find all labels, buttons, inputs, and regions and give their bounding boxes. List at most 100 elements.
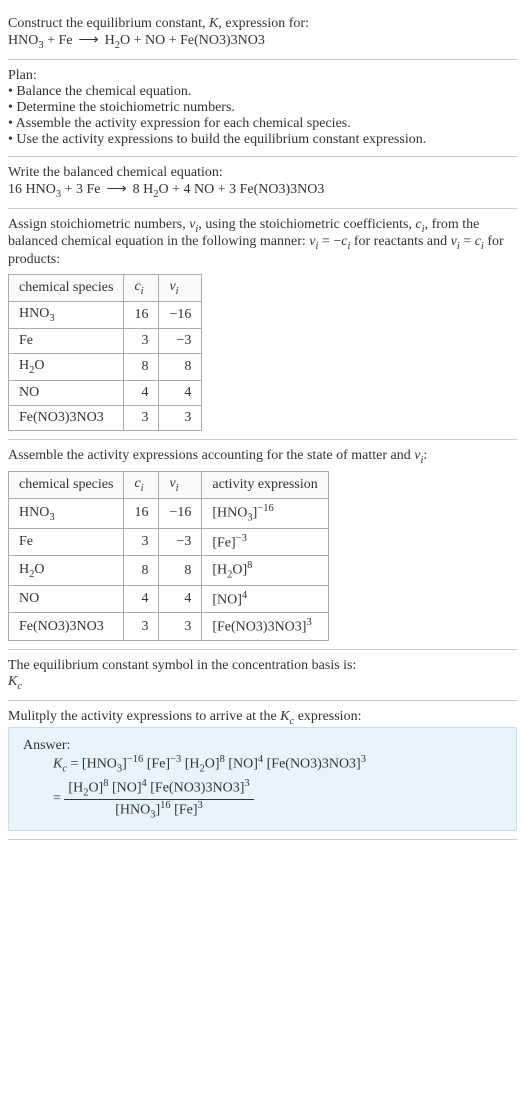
cell: [NO]4 bbox=[202, 585, 328, 613]
sup: −3 bbox=[236, 533, 247, 544]
K: K bbox=[8, 674, 17, 689]
plan-bullet: • Assemble the activity expression for e… bbox=[8, 116, 517, 132]
sup: 4 bbox=[258, 754, 263, 765]
col-header: activity expression bbox=[202, 472, 328, 499]
text: Assemble the activity expressions accoun… bbox=[8, 448, 414, 463]
K-symbol: K bbox=[209, 16, 218, 31]
symbol-section: The equilibrium constant symbol in the c… bbox=[8, 650, 517, 701]
species: HNO bbox=[8, 33, 38, 48]
term: [Fe(NO3)3NO3] bbox=[267, 756, 361, 771]
cell: 4 bbox=[159, 585, 202, 613]
assign-text: Assign stoichiometric numbers, νi, using… bbox=[8, 217, 517, 269]
balanced-title: Write the balanced chemical equation: bbox=[8, 165, 517, 181]
activity-table: chemical species ci νi activity expressi… bbox=[8, 471, 329, 641]
table-row: HNO3 16 −16 [HNO3]−16 bbox=[9, 499, 329, 528]
cell: Fe bbox=[9, 328, 124, 353]
plan-bullet: • Determine the stoichiometric numbers. bbox=[8, 100, 517, 116]
K: K bbox=[280, 709, 289, 724]
sup: −16 bbox=[257, 503, 273, 514]
intro-section: Construct the equilibrium constant, K, e… bbox=[8, 8, 517, 60]
sup: 8 bbox=[103, 778, 108, 789]
answer-expression: Kc = [HNO3]−16 [Fe]−3 [H2O]8 [NO]4 [Fe(N… bbox=[23, 754, 502, 774]
term: O] bbox=[205, 756, 220, 771]
sup: 3 bbox=[244, 778, 249, 789]
cell: [H2O]8 bbox=[202, 556, 328, 585]
arrow-icon: ⟶ bbox=[101, 182, 133, 197]
col-header: ci bbox=[124, 275, 159, 302]
cell: Fe(NO3)3NO3 bbox=[9, 405, 124, 430]
coef: 3 bbox=[229, 182, 240, 197]
species: H bbox=[19, 562, 29, 577]
cell: 16 bbox=[124, 499, 159, 528]
stoich-table: chemical species ci νi HNO3 16 −16 Fe 3 … bbox=[8, 274, 202, 430]
col-header: νi bbox=[159, 275, 202, 302]
text: expression: bbox=[294, 709, 361, 724]
sup: 4 bbox=[142, 778, 147, 789]
cell: [Fe(NO3)3NO3]3 bbox=[202, 613, 328, 641]
sup: 3 bbox=[306, 617, 311, 628]
species: O bbox=[34, 358, 44, 373]
text: Construct the equilibrium constant, bbox=[8, 16, 209, 31]
text: for reactants and bbox=[350, 234, 450, 249]
sub: i bbox=[141, 483, 144, 494]
col-header: chemical species bbox=[9, 472, 124, 499]
final-text: Mulitply the activity expressions to arr… bbox=[8, 709, 517, 727]
table-row: Fe 3 −3 bbox=[9, 328, 202, 353]
answer-label: Answer: bbox=[23, 738, 502, 754]
col-header: chemical species bbox=[9, 275, 124, 302]
sup: −3 bbox=[170, 754, 181, 765]
term: [H bbox=[68, 781, 83, 796]
cell: 8 bbox=[124, 556, 159, 585]
table-header-row: chemical species ci νi bbox=[9, 275, 202, 302]
species: HNO bbox=[19, 306, 49, 321]
table-row: Fe 3 −3 [Fe]−3 bbox=[9, 528, 329, 556]
fraction: [H2O]8 [NO]4 [Fe(NO3)3NO3]3 [HNO3]16 [Fe… bbox=[64, 778, 253, 820]
cell: 4 bbox=[124, 585, 159, 613]
term: [NO] bbox=[228, 756, 258, 771]
equation: HNO3 + Fe⟶H2O + NO + Fe(NO3)3NO3 bbox=[8, 32, 517, 51]
cell: 3 bbox=[124, 328, 159, 353]
term: [H bbox=[185, 756, 200, 771]
plus: + bbox=[44, 33, 59, 48]
cell: H2O bbox=[9, 353, 124, 380]
term: [HNO bbox=[82, 756, 117, 771]
species: H bbox=[105, 33, 115, 48]
species: Fe(NO3)3NO3 bbox=[180, 33, 265, 48]
cell: 3 bbox=[124, 528, 159, 556]
sub: 3 bbox=[49, 313, 54, 324]
numerator: [H2O]8 [NO]4 [Fe(NO3)3NO3]3 bbox=[64, 778, 253, 799]
symbol-text: The equilibrium constant symbol in the c… bbox=[8, 658, 517, 674]
plus: + bbox=[169, 182, 184, 197]
arrow-icon: ⟶ bbox=[73, 33, 105, 48]
coef: 4 bbox=[183, 182, 194, 197]
plus: + bbox=[130, 33, 145, 48]
plus: + bbox=[165, 33, 180, 48]
expr: [Fe] bbox=[212, 535, 235, 550]
table-row: HNO3 16 −16 bbox=[9, 301, 202, 328]
balanced-equation: 16 HNO3 + 3 Fe⟶8 H2O + 4 NO + 3 Fe(NO3)3… bbox=[8, 181, 517, 200]
K: K bbox=[53, 756, 62, 771]
text: , expression for: bbox=[218, 16, 309, 31]
plan-bullet: • Balance the chemical equation. bbox=[8, 84, 517, 100]
cell: 8 bbox=[124, 353, 159, 380]
col-header: νi bbox=[159, 472, 202, 499]
cell: 3 bbox=[159, 405, 202, 430]
plan-section: Plan: • Balance the chemical equation. •… bbox=[8, 60, 517, 157]
table-header-row: chemical species ci νi activity expressi… bbox=[9, 472, 329, 499]
species: O bbox=[34, 562, 44, 577]
table-row: H2O 8 8 bbox=[9, 353, 202, 380]
text: : bbox=[423, 448, 427, 463]
cell: 16 bbox=[124, 301, 159, 328]
plus: + bbox=[214, 182, 229, 197]
Kc-symbol: Kc bbox=[8, 674, 517, 692]
sup: 3 bbox=[198, 800, 203, 811]
coef: 3 bbox=[76, 182, 87, 197]
species: Fe(NO3)3NO3 bbox=[240, 182, 325, 197]
cell: 3 bbox=[124, 613, 159, 641]
term: [HNO bbox=[115, 802, 150, 817]
cell: 3 bbox=[124, 405, 159, 430]
species: H bbox=[143, 182, 153, 197]
col-header: ci bbox=[124, 472, 159, 499]
plan-title: Plan: bbox=[8, 68, 517, 84]
text: Mulitply the activity expressions to arr… bbox=[8, 709, 280, 724]
